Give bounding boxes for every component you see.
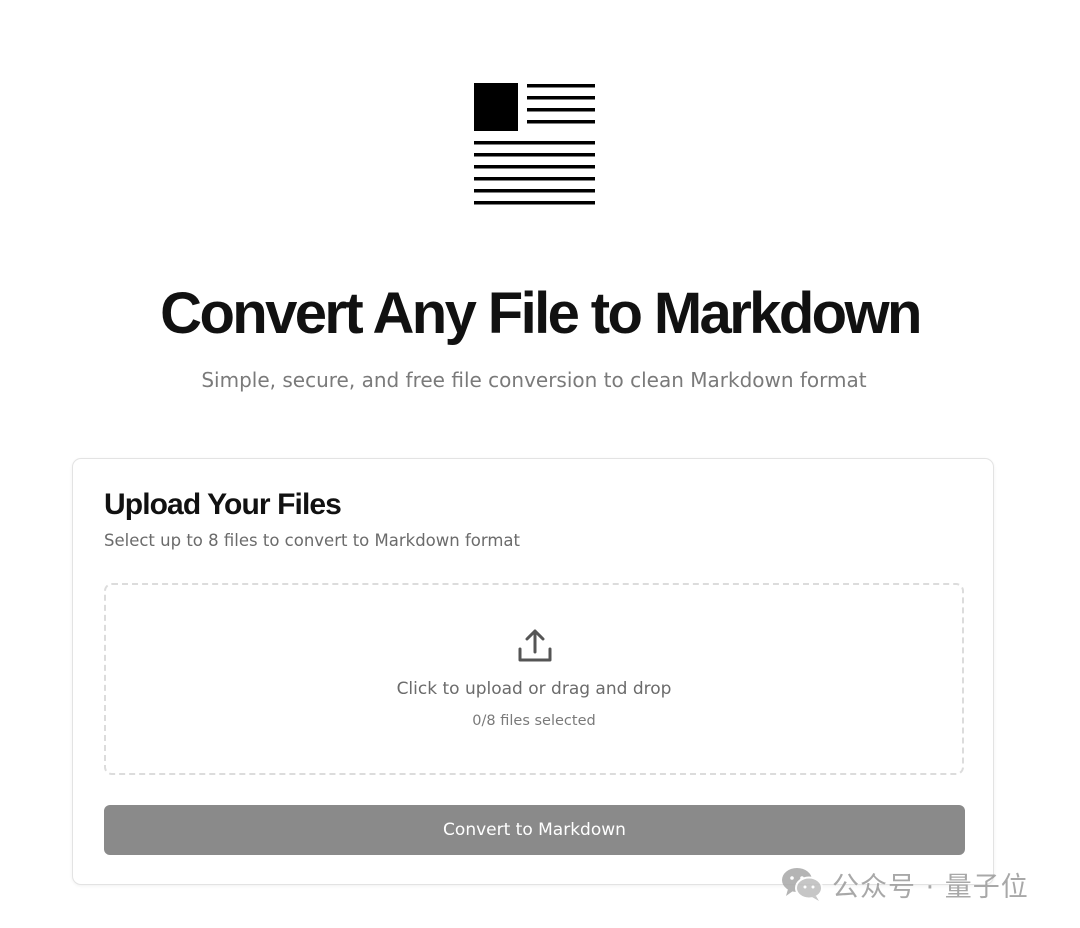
upload-card: Upload Your Files Select up to 8 files t… [72,458,994,885]
page-title: Convert Any File to Markdown [160,281,922,346]
page-subtitle: Simple, secure, and free file conversion… [201,368,867,392]
dropzone-prompt: Click to upload or drag and drop [396,679,672,699]
watermark-text: 公众号 · 量子位 [832,871,1029,903]
card-title: Upload Your Files [104,488,342,521]
wechat-icon [782,868,823,901]
file-dropzone[interactable]: Click to upload or drag and drop 0/8 fil… [104,583,964,775]
card-description: Select up to 8 files to convert to Markd… [104,531,521,550]
file-count: 0/8 files selected [472,713,596,729]
upload-icon [518,629,552,662]
convert-button[interactable]: Convert to Markdown [104,805,965,855]
document-logo-icon [474,83,595,205]
watermark: 公众号 · 量子位 [780,864,1029,904]
